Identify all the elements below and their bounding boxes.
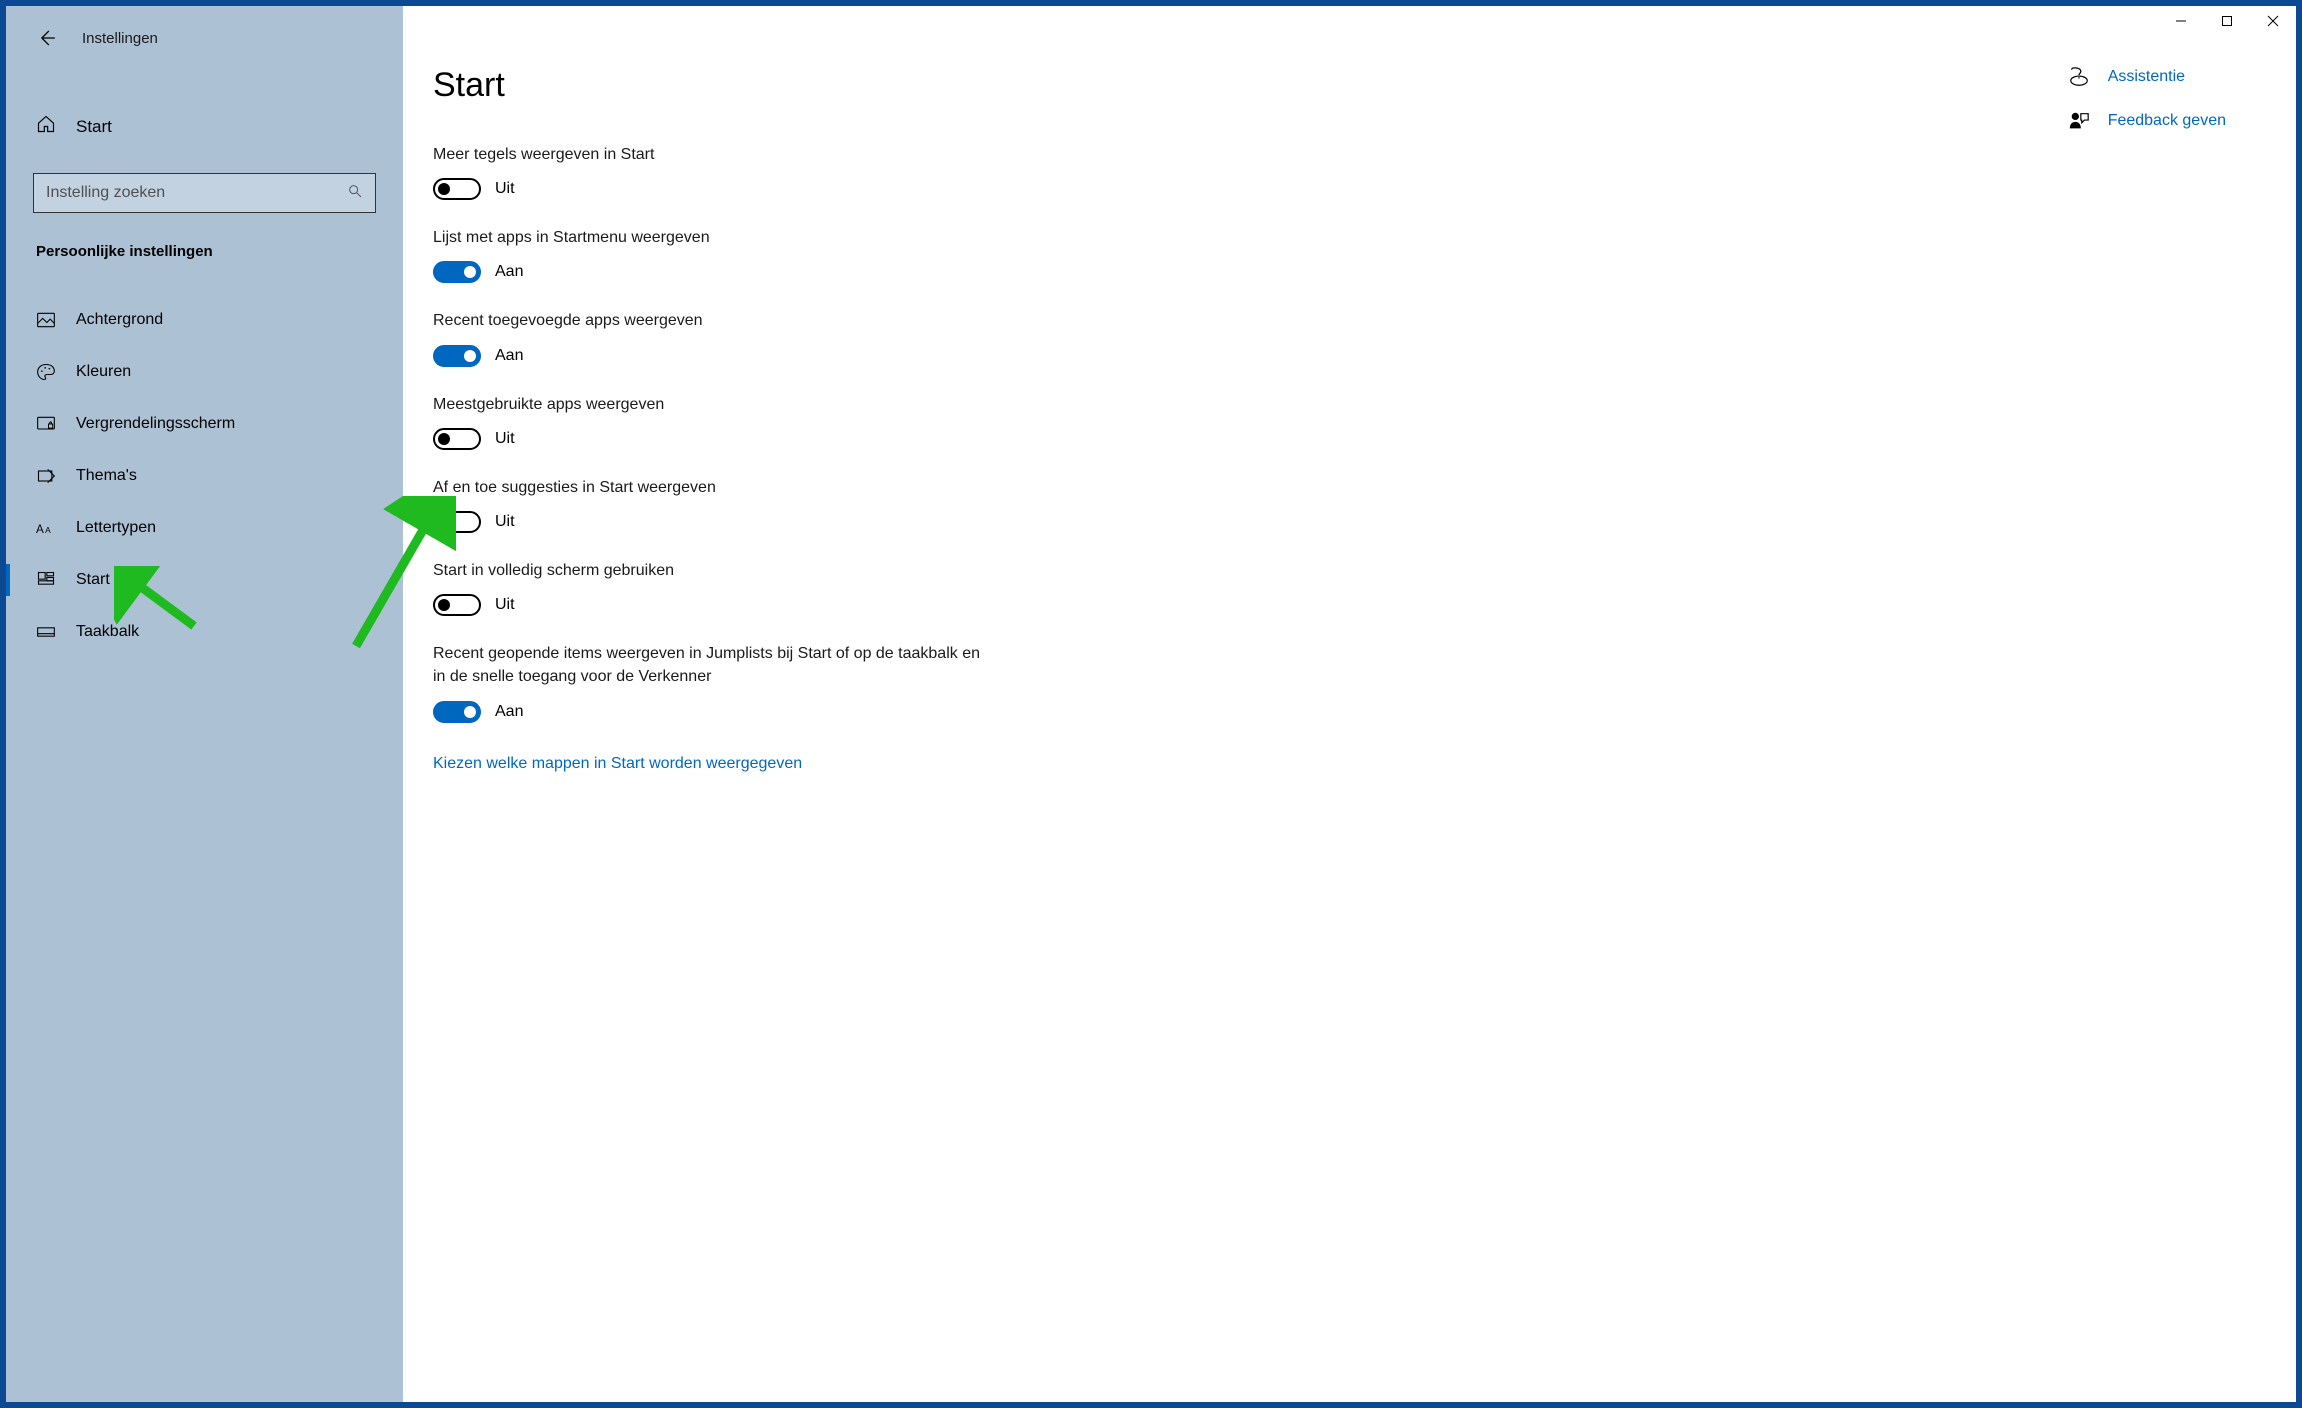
sidebar-item-lettertypen[interactable]: AA Lettertypen: [6, 502, 403, 554]
sidebar-item-label: Achtergrond: [76, 311, 163, 329]
svg-text:A: A: [36, 523, 44, 536]
sidebar-item-label: Lettertypen: [76, 519, 156, 537]
toggle-row: Uit: [433, 594, 1053, 616]
minimize-button[interactable]: [2158, 6, 2204, 36]
sidebar-item-taakbalk[interactable]: Taakbalk: [6, 606, 403, 658]
toggle-switch[interactable]: [433, 261, 481, 283]
home-icon: [36, 114, 56, 139]
toggle-state-label: Aan: [495, 703, 523, 721]
aside-feedback[interactable]: Feedback geven: [2068, 110, 2226, 132]
toggle-row: Aan: [433, 345, 1053, 367]
toggle-state-label: Uit: [495, 596, 515, 614]
toggle-switch[interactable]: [433, 345, 481, 367]
toggle-row: Aan: [433, 261, 1053, 283]
toggle-row: Uit: [433, 511, 1053, 533]
feedback-icon: [2068, 110, 2090, 132]
toggle-row: Uit: [433, 428, 1053, 450]
maximize-button[interactable]: [2204, 6, 2250, 36]
toggle-switch[interactable]: [433, 594, 481, 616]
sidebar-item-start[interactable]: Start: [6, 554, 403, 606]
svg-text:A: A: [45, 525, 51, 535]
folders-link[interactable]: Kiezen welke mappen in Start worden weer…: [433, 755, 802, 773]
sidebar-item-achtergrond[interactable]: Achtergrond: [6, 294, 403, 346]
search-input[interactable]: [46, 184, 347, 202]
toggle-switch[interactable]: [433, 428, 481, 450]
setting-label: Recent toegevoegde apps weergeven: [433, 309, 993, 332]
setting-label: Af en toe suggesties in Start weergeven: [433, 476, 993, 499]
page-title: Start: [433, 66, 1053, 105]
close-button[interactable]: [2250, 6, 2296, 36]
aside-label: Feedback geven: [2108, 112, 2226, 130]
help-icon: [2068, 66, 2090, 88]
toggle-row: Uit: [433, 178, 1053, 200]
aside-label: Assistentie: [2108, 68, 2185, 86]
setting-group: Recent geopende items weergeven in Jumpl…: [433, 642, 1053, 722]
toggle-state-label: Aan: [495, 263, 523, 281]
sidebar-item-label: Start: [76, 571, 110, 589]
image-icon: [36, 310, 56, 330]
setting-group: Recent toegevoegde apps weergeven Aan: [433, 309, 1053, 366]
search-box[interactable]: [33, 173, 376, 213]
aside-column: Assistentie Feedback geven: [2068, 66, 2226, 1372]
content-column: Start Meer tegels weergeven in Start Uit L…: [433, 66, 1053, 1372]
settings-window: Instellingen Start Persoonlijke instelli…: [6, 6, 2296, 1402]
setting-label: Lijst met apps in Startmenu weergeven: [433, 226, 993, 249]
palette-icon: [36, 362, 56, 382]
nav-list: Achtergrond Kleuren Vergrendelingsscherm…: [6, 294, 403, 658]
toggle-state-label: Aan: [495, 347, 523, 365]
window-controls: [2158, 6, 2296, 36]
setting-group: Start in volledig scherm gebruiken Uit: [433, 559, 1053, 616]
sidebar-item-vergrendelingsscherm[interactable]: Vergrendelingsscherm: [6, 398, 403, 450]
aside-assistentie[interactable]: Assistentie: [2068, 66, 2226, 88]
setting-group: Lijst met apps in Startmenu weergeven Aan: [433, 226, 1053, 283]
sidebar: Instellingen Start Persoonlijke instelli…: [6, 6, 403, 1402]
category-title: Persoonlijke instellingen: [36, 243, 403, 260]
font-icon: AA: [36, 518, 56, 538]
sidebar-item-label: Kleuren: [76, 363, 131, 381]
setting-label: Meer tegels weergeven in Start: [433, 143, 993, 166]
sidebar-item-label: Vergrendelingsscherm: [76, 415, 235, 433]
main-content: Start Meer tegels weergeven in Start Uit L…: [403, 6, 2296, 1402]
toggle-state-label: Uit: [495, 513, 515, 531]
lock-screen-icon: [36, 414, 56, 434]
home-label: Start: [76, 117, 112, 137]
toggle-state-label: Uit: [495, 430, 515, 448]
setting-group: Meestgebruikte apps weergeven Uit: [433, 393, 1053, 450]
search-icon: [347, 183, 363, 204]
sidebar-item-themas[interactable]: Thema's: [6, 450, 403, 502]
setting-group: Meer tegels weergeven in Start Uit: [433, 143, 1053, 200]
setting-label: Recent geopende items weergeven in Jumpl…: [433, 642, 993, 688]
back-button[interactable]: [36, 28, 56, 48]
setting-label: Start in volledig scherm gebruiken: [433, 559, 993, 582]
sidebar-item-kleuren[interactable]: Kleuren: [6, 346, 403, 398]
toggle-switch[interactable]: [433, 178, 481, 200]
start-icon: [36, 570, 56, 590]
toggle-state-label: Uit: [495, 180, 515, 198]
home-button[interactable]: Start: [6, 104, 403, 149]
taskbar-icon: [36, 622, 56, 642]
window-title: Instellingen: [82, 30, 158, 47]
setting-group: Af en toe suggesties in Start weergeven U…: [433, 476, 1053, 533]
toggle-row: Aan: [433, 701, 1053, 723]
toggle-switch[interactable]: [433, 511, 481, 533]
sidebar-header: Instellingen: [6, 18, 403, 58]
theme-icon: [36, 466, 56, 486]
sidebar-item-label: Thema's: [76, 467, 137, 485]
toggle-switch[interactable]: [433, 701, 481, 723]
sidebar-item-label: Taakbalk: [76, 623, 139, 641]
setting-label: Meestgebruikte apps weergeven: [433, 393, 993, 416]
